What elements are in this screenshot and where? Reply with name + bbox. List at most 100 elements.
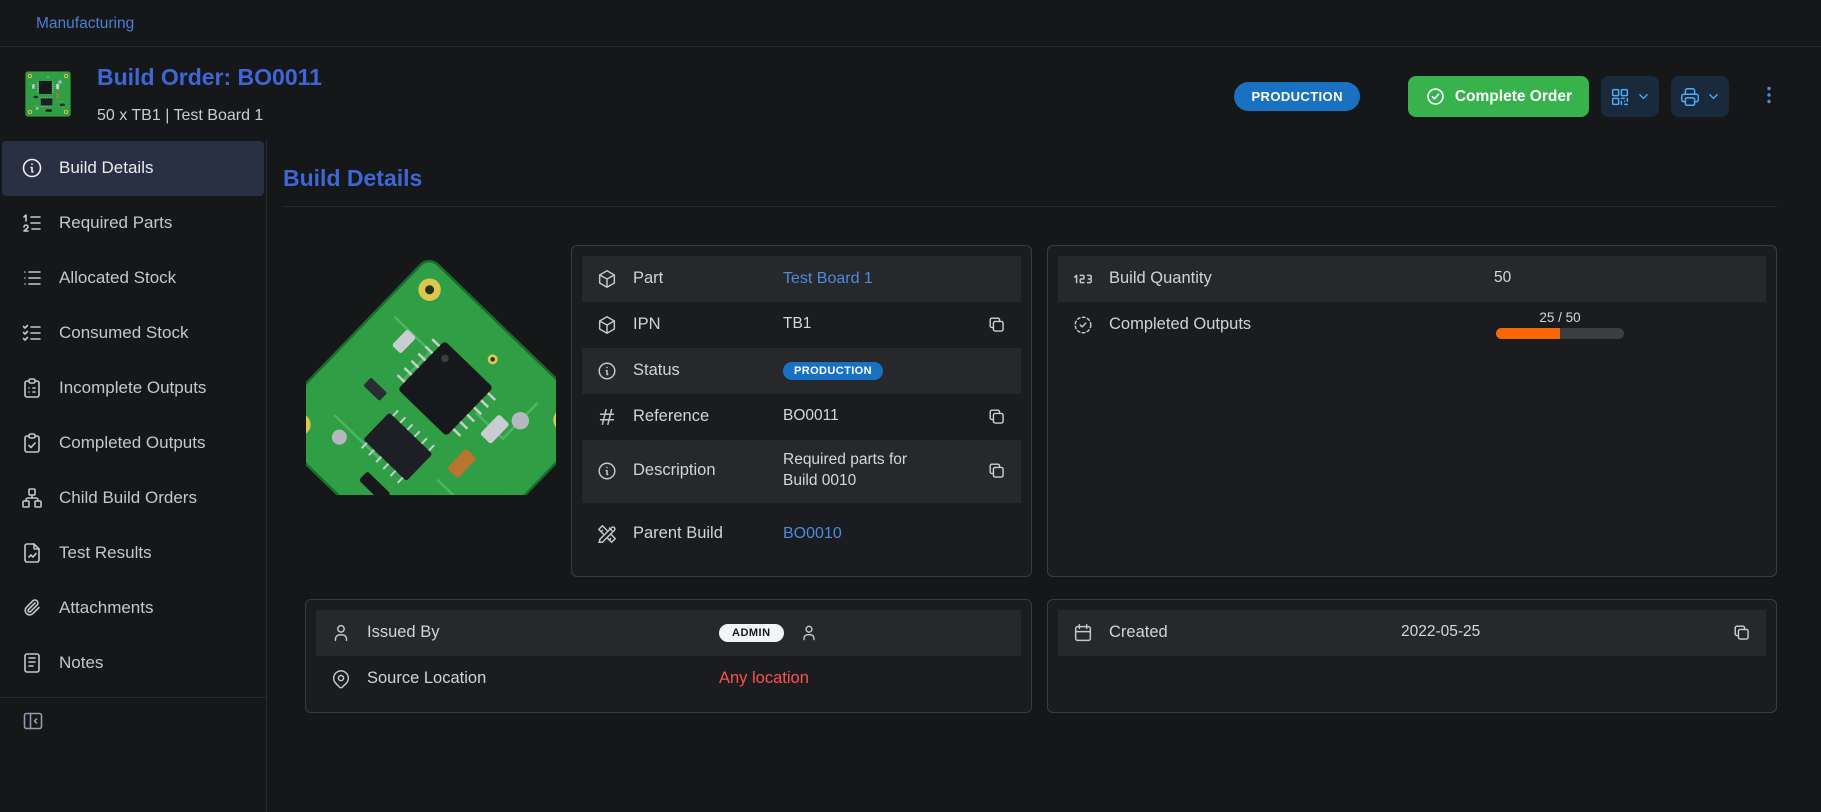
copy-button[interactable] (985, 460, 1007, 482)
page-layout: Build Details Required Parts Allocated S… (0, 139, 1821, 812)
user-icon (799, 623, 819, 643)
sidebar-item-label: Build Details (59, 158, 154, 178)
page-subtitle: 50 x TB1 | Test Board 1 (97, 107, 322, 125)
copy-icon (986, 460, 1007, 481)
row-source-location: Source Location Any location (316, 656, 1021, 702)
created-card: Created 2022-05-25 (1047, 599, 1777, 713)
chevron-down-icon (1706, 89, 1721, 104)
clipboard-check-icon (20, 431, 44, 455)
row-issued-by: Issued By ADMIN (316, 610, 1021, 656)
section-heading: Build Details (283, 165, 1777, 192)
detail-row-ipn: IPN TB1 (582, 302, 1021, 348)
calendar-icon (1072, 622, 1094, 644)
circle-check-icon (1425, 86, 1446, 107)
sidebar-item-build-details[interactable]: Build Details (2, 141, 264, 196)
header-actions: PRODUCTION Complete Order (1234, 76, 1783, 117)
copy-icon (986, 406, 1007, 427)
more-actions-button[interactable] (1755, 83, 1783, 111)
ipn-value: TB1 (783, 314, 811, 335)
status-badge: PRODUCTION (1234, 82, 1359, 111)
sidebar-item-label: Notes (59, 653, 103, 673)
progress-bar (1496, 328, 1624, 339)
created-value: 2022-05-25 (1401, 622, 1480, 643)
sitemap-icon (20, 486, 44, 510)
list-icon (20, 266, 44, 290)
admin-badge: ADMIN (719, 624, 784, 642)
sidebar-item-incomplete-outputs[interactable]: Incomplete Outputs (2, 361, 264, 416)
status-badge: PRODUCTION (783, 362, 883, 380)
source-location-value: Any location (719, 667, 809, 689)
breadcrumb-manufacturing-link[interactable]: Manufacturing (36, 15, 134, 32)
detail-label-ipn: IPN (633, 314, 727, 335)
print-actions-button[interactable] (1671, 76, 1729, 117)
progress-bar-fill (1496, 328, 1560, 339)
sidebar-item-notes[interactable]: Notes (2, 636, 264, 691)
copy-button[interactable] (985, 406, 1007, 428)
sidebar-collapse-button[interactable] (20, 709, 46, 735)
page-header: Build Order: BO0011 50 x TB1 | Test Boar… (0, 47, 1821, 139)
copy-icon (1731, 622, 1752, 643)
part-link[interactable]: Test Board 1 (783, 268, 873, 290)
sidebar-item-label: Completed Outputs (59, 433, 205, 453)
chevron-down-icon (1636, 89, 1651, 104)
part-image[interactable] (306, 245, 556, 495)
complete-order-button[interactable]: Complete Order (1408, 76, 1589, 117)
list-numbers-icon (20, 211, 44, 235)
tools-icon (596, 523, 618, 545)
detail-label-reference: Reference (633, 406, 727, 427)
test-report-icon (20, 541, 44, 565)
complete-order-label: Complete Order (1455, 88, 1572, 106)
row-created: Created 2022-05-25 (1058, 610, 1766, 656)
paperclip-icon (20, 596, 44, 620)
sidebar-item-consumed-stock[interactable]: Consumed Stock (2, 306, 264, 361)
sidebar-item-allocated-stock[interactable]: Allocated Stock (2, 251, 264, 306)
completed-outputs-progress: 25 / 50 (1494, 310, 1626, 339)
sidebar-item-completed-outputs[interactable]: Completed Outputs (2, 416, 264, 471)
dots-vertical-icon (1757, 83, 1781, 107)
clipboard-list-icon (20, 376, 44, 400)
progress-check-icon (1072, 314, 1094, 336)
copy-icon (986, 314, 1007, 335)
part-thumbnail-image (24, 70, 72, 118)
sidebar-item-label: Test Results (59, 543, 152, 563)
issued-by-label: Issued By (367, 622, 719, 643)
created-label: Created (1109, 622, 1401, 643)
issued-card: Issued By ADMIN Source Location Any loca… (305, 599, 1032, 713)
sidebar-item-child-build-orders[interactable]: Child Build Orders (2, 471, 264, 526)
details-grid: Part Test Board 1 IPN TB1 Status (305, 245, 1777, 713)
hash-icon (596, 406, 618, 428)
info-circle-icon (596, 460, 618, 482)
barcode-actions-button[interactable] (1601, 76, 1659, 117)
detail-label-parent-build: Parent Build (633, 523, 727, 544)
reference-value: BO0011 (783, 406, 839, 427)
part-image-wrap (305, 245, 557, 577)
title-block: Build Order: BO0011 50 x TB1 | Test Boar… (97, 64, 322, 125)
detail-label-part: Part (633, 268, 727, 289)
sidebar-item-label: Attachments (59, 598, 154, 618)
row-completed-outputs: Completed Outputs 25 / 50 (1058, 302, 1766, 348)
progress-text: 25 / 50 (1539, 310, 1580, 325)
copy-button[interactable] (1730, 622, 1752, 644)
source-location-label: Source Location (367, 668, 719, 689)
list-check-icon (20, 321, 44, 345)
build-quantity-card: Build Quantity 50 Completed Outputs 25 /… (1047, 245, 1777, 577)
sidebar-item-test-results[interactable]: Test Results (2, 526, 264, 581)
build-quantity-value: 50 (1494, 268, 1511, 289)
notes-icon (20, 651, 44, 675)
sidebar-collapse-row (0, 698, 266, 746)
main-content: Build Details Part Test Board 1 (267, 139, 1821, 812)
package-icon (596, 314, 618, 336)
sidebar-item-required-parts[interactable]: Required Parts (2, 196, 264, 251)
detail-row-description: Description Required parts for Build 001… (582, 440, 1021, 503)
copy-button[interactable] (985, 314, 1007, 336)
map-pin-icon (330, 668, 352, 690)
parent-build-link[interactable]: BO0010 (783, 523, 842, 545)
sidebar-item-label: Incomplete Outputs (59, 378, 206, 398)
heading-divider (283, 206, 1777, 207)
breadcrumb: Manufacturing (0, 0, 1821, 47)
details-panel: Part Test Board 1 IPN TB1 Status (305, 245, 1032, 577)
build-details-card: Part Test Board 1 IPN TB1 Status (571, 245, 1032, 577)
sidebar-item-attachments[interactable]: Attachments (2, 581, 264, 636)
numbers-123-icon (1072, 268, 1094, 290)
issued-by-value: ADMIN (719, 623, 819, 643)
